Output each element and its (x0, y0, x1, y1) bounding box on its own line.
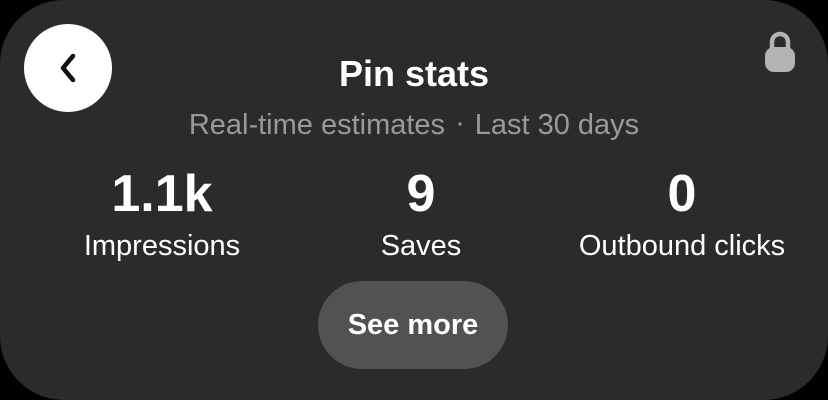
lock-icon (764, 30, 796, 74)
outbound-clicks-value: 0 (667, 165, 697, 223)
subtitle: Real-time estimates · Last 30 days (0, 106, 828, 144)
date-range-label: Last 30 days (474, 109, 640, 141)
stat-outbound-clicks: 0 Outbound clicks (554, 164, 810, 264)
subtitle-separator: · (455, 107, 465, 139)
stat-impressions: 1.1k Impressions (56, 164, 268, 264)
outbound-clicks-label: Outbound clicks (578, 230, 786, 262)
pin-stats-card: Pin stats Real-time estimates · Last 30 da… (0, 0, 828, 400)
stat-saves: 9 Saves (340, 164, 502, 264)
saves-value: 9 (406, 165, 436, 223)
impressions-value: 1.1k (111, 165, 213, 223)
realtime-estimates-label: Real-time estimates (188, 109, 446, 141)
see-more-button[interactable]: See more (318, 281, 508, 369)
saves-label: Saves (380, 230, 462, 262)
impressions-label: Impressions (83, 230, 241, 262)
page-title: Pin stats (338, 53, 490, 94)
